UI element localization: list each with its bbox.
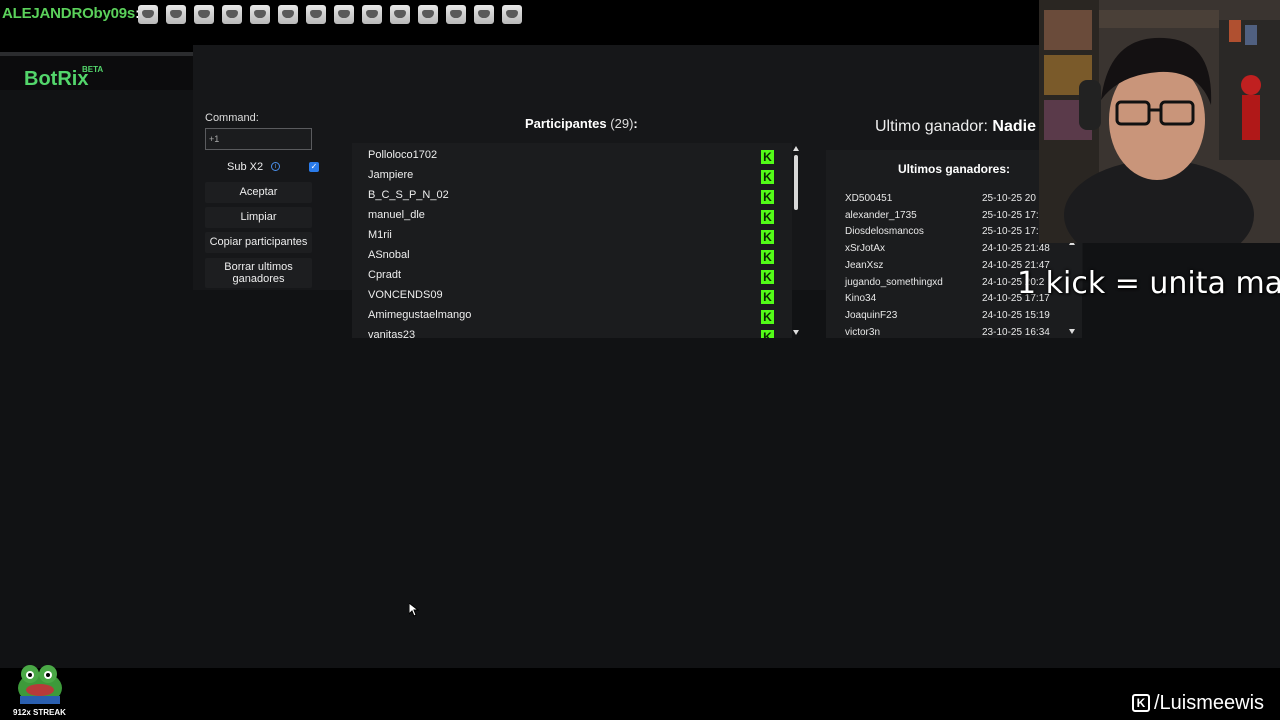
sub-x2-label: Sub X2 [227,161,264,173]
winner-date: 24-10-25 21:48 [982,243,1050,255]
kick-badge-icon: K [761,230,774,244]
participants-list[interactable]: Polloloco1702 K Jampiere K B_C_S_P_N_02 Kmanu… [352,143,792,338]
participant-row: ASnobal [368,249,410,261]
participant-row: VONCENDS09 [368,289,443,301]
winner-date: 25-10-25 17: [982,209,1039,221]
participants-title: Participantes (29): [525,116,638,131]
participant-row: Cpradt [368,269,402,281]
delete-winners-button[interactable]: Borrar ultimos ganadores [205,258,312,288]
chat-username: ALEJANDROby09s: [2,5,140,22]
face-emote-icon [194,5,214,24]
winner-date: 25-10-25 20 [982,193,1036,204]
scroll-up-icon[interactable] [793,146,799,151]
kick-badge-icon: K [761,210,774,224]
participant-row: vanitas23 [368,329,416,338]
winner-name: Diosdelosmancos [845,226,924,238]
webcam-image [1039,0,1280,243]
accept-button[interactable]: Aceptar [205,182,312,203]
beta-badge: BETA [82,65,104,74]
chat-emotes [138,5,522,24]
face-emote-icon [474,5,494,24]
kick-badge-icon: K [761,250,774,264]
face-emote-icon [306,5,326,24]
last-winner-name: Nadie [992,118,1036,135]
winner-date: 25-10-25 17: [982,226,1039,238]
scroll-thumb[interactable] [794,155,798,210]
delete-winners-line2: ganadores [232,273,285,285]
kick-badge-icon: K [761,290,774,304]
kick-badge-icon: K [761,150,774,164]
face-emote-icon [418,5,438,24]
scroll-down-icon[interactable] [1069,329,1075,334]
kick-badge-icon: K [761,270,774,284]
kick-badge-icon: K [761,170,774,184]
webcam-overlay [1039,0,1280,243]
participant-row: Polloloco1702 [368,149,438,161]
command-label: Command: [205,112,259,124]
winner-name: Kino34 [845,293,877,305]
winner-name: XD500451 [845,193,893,204]
face-emote-icon [502,5,522,24]
kick-badge-icon: K [761,330,774,338]
scroll-down-icon[interactable] [793,330,799,335]
copy-participants-button[interactable]: Copiar participantes [205,232,312,253]
participant-row: manuel_dle [368,209,425,221]
face-emote-icon [446,5,466,24]
winner-name: xSrJotAx [845,243,886,255]
winner-name: alexander_1735 [845,209,917,221]
face-emote-icon [250,5,270,24]
command-input[interactable] [205,128,312,150]
face-emote-icon [138,5,158,24]
participants-scrollbar[interactable] [791,143,801,338]
face-emote-icon [166,5,186,24]
winner-date: 24-10-25 15:19 [982,309,1050,321]
last-winner: Ultimo ganador: Nadie [875,118,1036,135]
participant-row: M1rii [368,229,392,241]
overlay-caption: 1 kick = unita mas [1017,266,1280,301]
participant-row: Amimegustaelmango [368,309,472,321]
winner-date: 23-10-25 16:34 [982,326,1050,338]
botrix-logo[interactable]: BotRix [24,68,88,91]
winner-name: jugando_somethingxd [845,276,943,288]
stream-bottom-bar [0,668,1280,720]
kick-badge-icon: K [761,310,774,324]
kick-logo-icon: K [1132,694,1150,712]
face-emote-icon [334,5,354,24]
participant-row: B_C_S_P_N_02 [368,189,449,201]
streak-label: 912x STREAK [13,708,66,717]
face-emote-icon [390,5,410,24]
kick-badge-icon: K [761,190,774,204]
winners-history-title: Ultimos ganadores: [898,162,1011,176]
channel-name: /Luismeewis [1154,692,1265,714]
info-icon[interactable]: i [271,162,280,171]
sub-x2-checkbox[interactable]: ✓ [309,162,319,172]
face-emote-icon [222,5,242,24]
winner-name: JeanXsz [845,259,884,271]
winner-name: victor3n [845,326,881,338]
face-emote-icon [278,5,298,24]
mouse-cursor-icon [409,603,419,617]
pepe-emote-icon [18,665,62,704]
participants-count: (29) [610,116,634,131]
face-emote-icon [362,5,382,24]
participant-row: Jampiere [368,169,414,181]
winner-name: JoaquinF23 [845,309,898,321]
delete-winners-line1: Borrar ultimos [224,261,293,273]
clear-button[interactable]: Limpiar [205,207,312,228]
